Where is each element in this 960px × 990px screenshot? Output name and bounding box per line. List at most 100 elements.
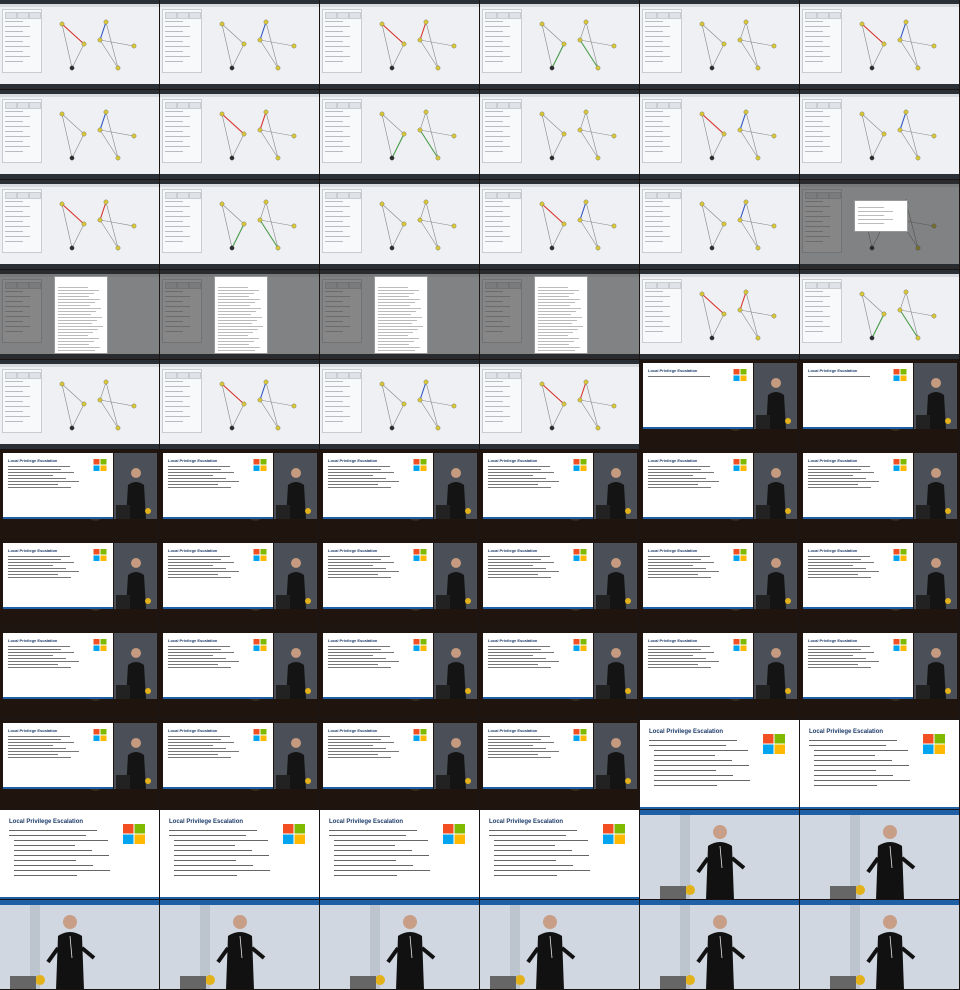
menu-bar[interactable] (640, 94, 799, 97)
taskbar[interactable] (480, 264, 639, 269)
side-panel[interactable] (2, 369, 42, 433)
panel-tab[interactable] (29, 12, 41, 19)
side-panel[interactable] (482, 369, 522, 433)
side-panel[interactable] (482, 279, 522, 343)
taskbar[interactable] (800, 354, 959, 359)
attack-path-graph[interactable] (844, 100, 954, 168)
taskbar[interactable] (480, 444, 639, 449)
side-panel[interactable] (802, 189, 842, 253)
panel-tab[interactable] (337, 192, 349, 199)
graph-node[interactable] (577, 37, 583, 43)
side-panel[interactable] (162, 99, 202, 163)
panel-tab[interactable] (165, 102, 177, 109)
panel-tab[interactable] (645, 102, 657, 109)
graph-node[interactable] (389, 245, 395, 251)
graph-node[interactable] (721, 311, 727, 317)
graph-node[interactable] (81, 131, 87, 137)
graph-node[interactable] (401, 401, 407, 407)
panel-tab[interactable] (29, 102, 41, 109)
graph-node[interactable] (291, 133, 297, 139)
graph-node[interactable] (69, 155, 75, 161)
panel-tab[interactable] (657, 12, 669, 19)
graph-node[interactable] (611, 43, 617, 49)
graph-node[interactable] (869, 245, 875, 251)
taskbar[interactable] (0, 84, 159, 89)
graph-node[interactable] (897, 37, 903, 43)
graph-node[interactable] (257, 397, 263, 403)
graph-node[interactable] (931, 133, 937, 139)
panel-tab[interactable] (189, 282, 201, 289)
attack-path-graph[interactable] (684, 10, 794, 78)
graph-node[interactable] (539, 381, 545, 387)
panel-tab[interactable] (349, 282, 361, 289)
panel-tab[interactable] (509, 12, 521, 19)
graph-node[interactable] (561, 41, 567, 47)
panel-tab[interactable] (5, 372, 17, 379)
graph-node[interactable] (721, 221, 727, 227)
graph-node[interactable] (595, 65, 601, 71)
graph-node[interactable] (389, 425, 395, 431)
graph-node[interactable] (115, 65, 121, 71)
panel-tab[interactable] (177, 372, 189, 379)
graph-node[interactable] (583, 199, 589, 205)
graph-node[interactable] (229, 155, 235, 161)
graph-node[interactable] (103, 199, 109, 205)
graph-node[interactable] (737, 127, 743, 133)
attack-path-graph[interactable] (364, 370, 474, 438)
panel-tab[interactable] (165, 192, 177, 199)
graph-node[interactable] (69, 245, 75, 251)
panel-tab[interactable] (349, 192, 361, 199)
panel-tab[interactable] (829, 102, 841, 109)
side-panel[interactable] (2, 189, 42, 253)
side-panel[interactable] (642, 189, 682, 253)
graph-node[interactable] (401, 41, 407, 47)
taskbar[interactable] (320, 354, 479, 359)
graph-node[interactable] (417, 217, 423, 223)
menu-bar[interactable] (0, 94, 159, 97)
panel-tab[interactable] (669, 12, 681, 19)
graph-node[interactable] (771, 313, 777, 319)
side-panel[interactable] (322, 99, 362, 163)
graph-node[interactable] (539, 21, 545, 27)
graph-node[interactable] (379, 21, 385, 27)
graph-node[interactable] (737, 217, 743, 223)
panel-tab[interactable] (337, 372, 349, 379)
graph-node[interactable] (291, 403, 297, 409)
menu-bar[interactable] (640, 184, 799, 187)
taskbar[interactable] (160, 444, 319, 449)
menu-bar[interactable] (320, 4, 479, 7)
graph-node[interactable] (59, 21, 65, 27)
attack-path-graph[interactable] (364, 10, 474, 78)
panel-tab[interactable] (349, 12, 361, 19)
attack-path-graph[interactable] (204, 100, 314, 168)
graph-node[interactable] (131, 403, 137, 409)
panel-tab[interactable] (645, 282, 657, 289)
graph-node[interactable] (59, 201, 65, 207)
taskbar[interactable] (480, 174, 639, 179)
graph-node[interactable] (743, 289, 749, 295)
graph-node[interactable] (423, 109, 429, 115)
graph-node[interactable] (881, 41, 887, 47)
graph-node[interactable] (915, 245, 921, 251)
attack-path-graph[interactable] (44, 190, 154, 258)
graph-node[interactable] (103, 379, 109, 385)
graph-node[interactable] (755, 245, 761, 251)
taskbar[interactable] (0, 354, 159, 359)
attack-path-graph[interactable] (44, 370, 154, 438)
menu-bar[interactable] (800, 94, 959, 97)
menu-bar[interactable] (480, 364, 639, 367)
graph-node[interactable] (379, 201, 385, 207)
graph-node[interactable] (903, 109, 909, 115)
graph-node[interactable] (379, 381, 385, 387)
taskbar[interactable] (160, 264, 319, 269)
graph-node[interactable] (771, 43, 777, 49)
side-panel[interactable] (482, 189, 522, 253)
graph-node[interactable] (229, 245, 235, 251)
panel-tab[interactable] (29, 192, 41, 199)
graph-node[interactable] (291, 223, 297, 229)
menu-bar[interactable] (160, 364, 319, 367)
side-panel[interactable] (642, 279, 682, 343)
taskbar[interactable] (800, 84, 959, 89)
document-dialog[interactable] (374, 276, 428, 354)
graph-node[interactable] (611, 403, 617, 409)
